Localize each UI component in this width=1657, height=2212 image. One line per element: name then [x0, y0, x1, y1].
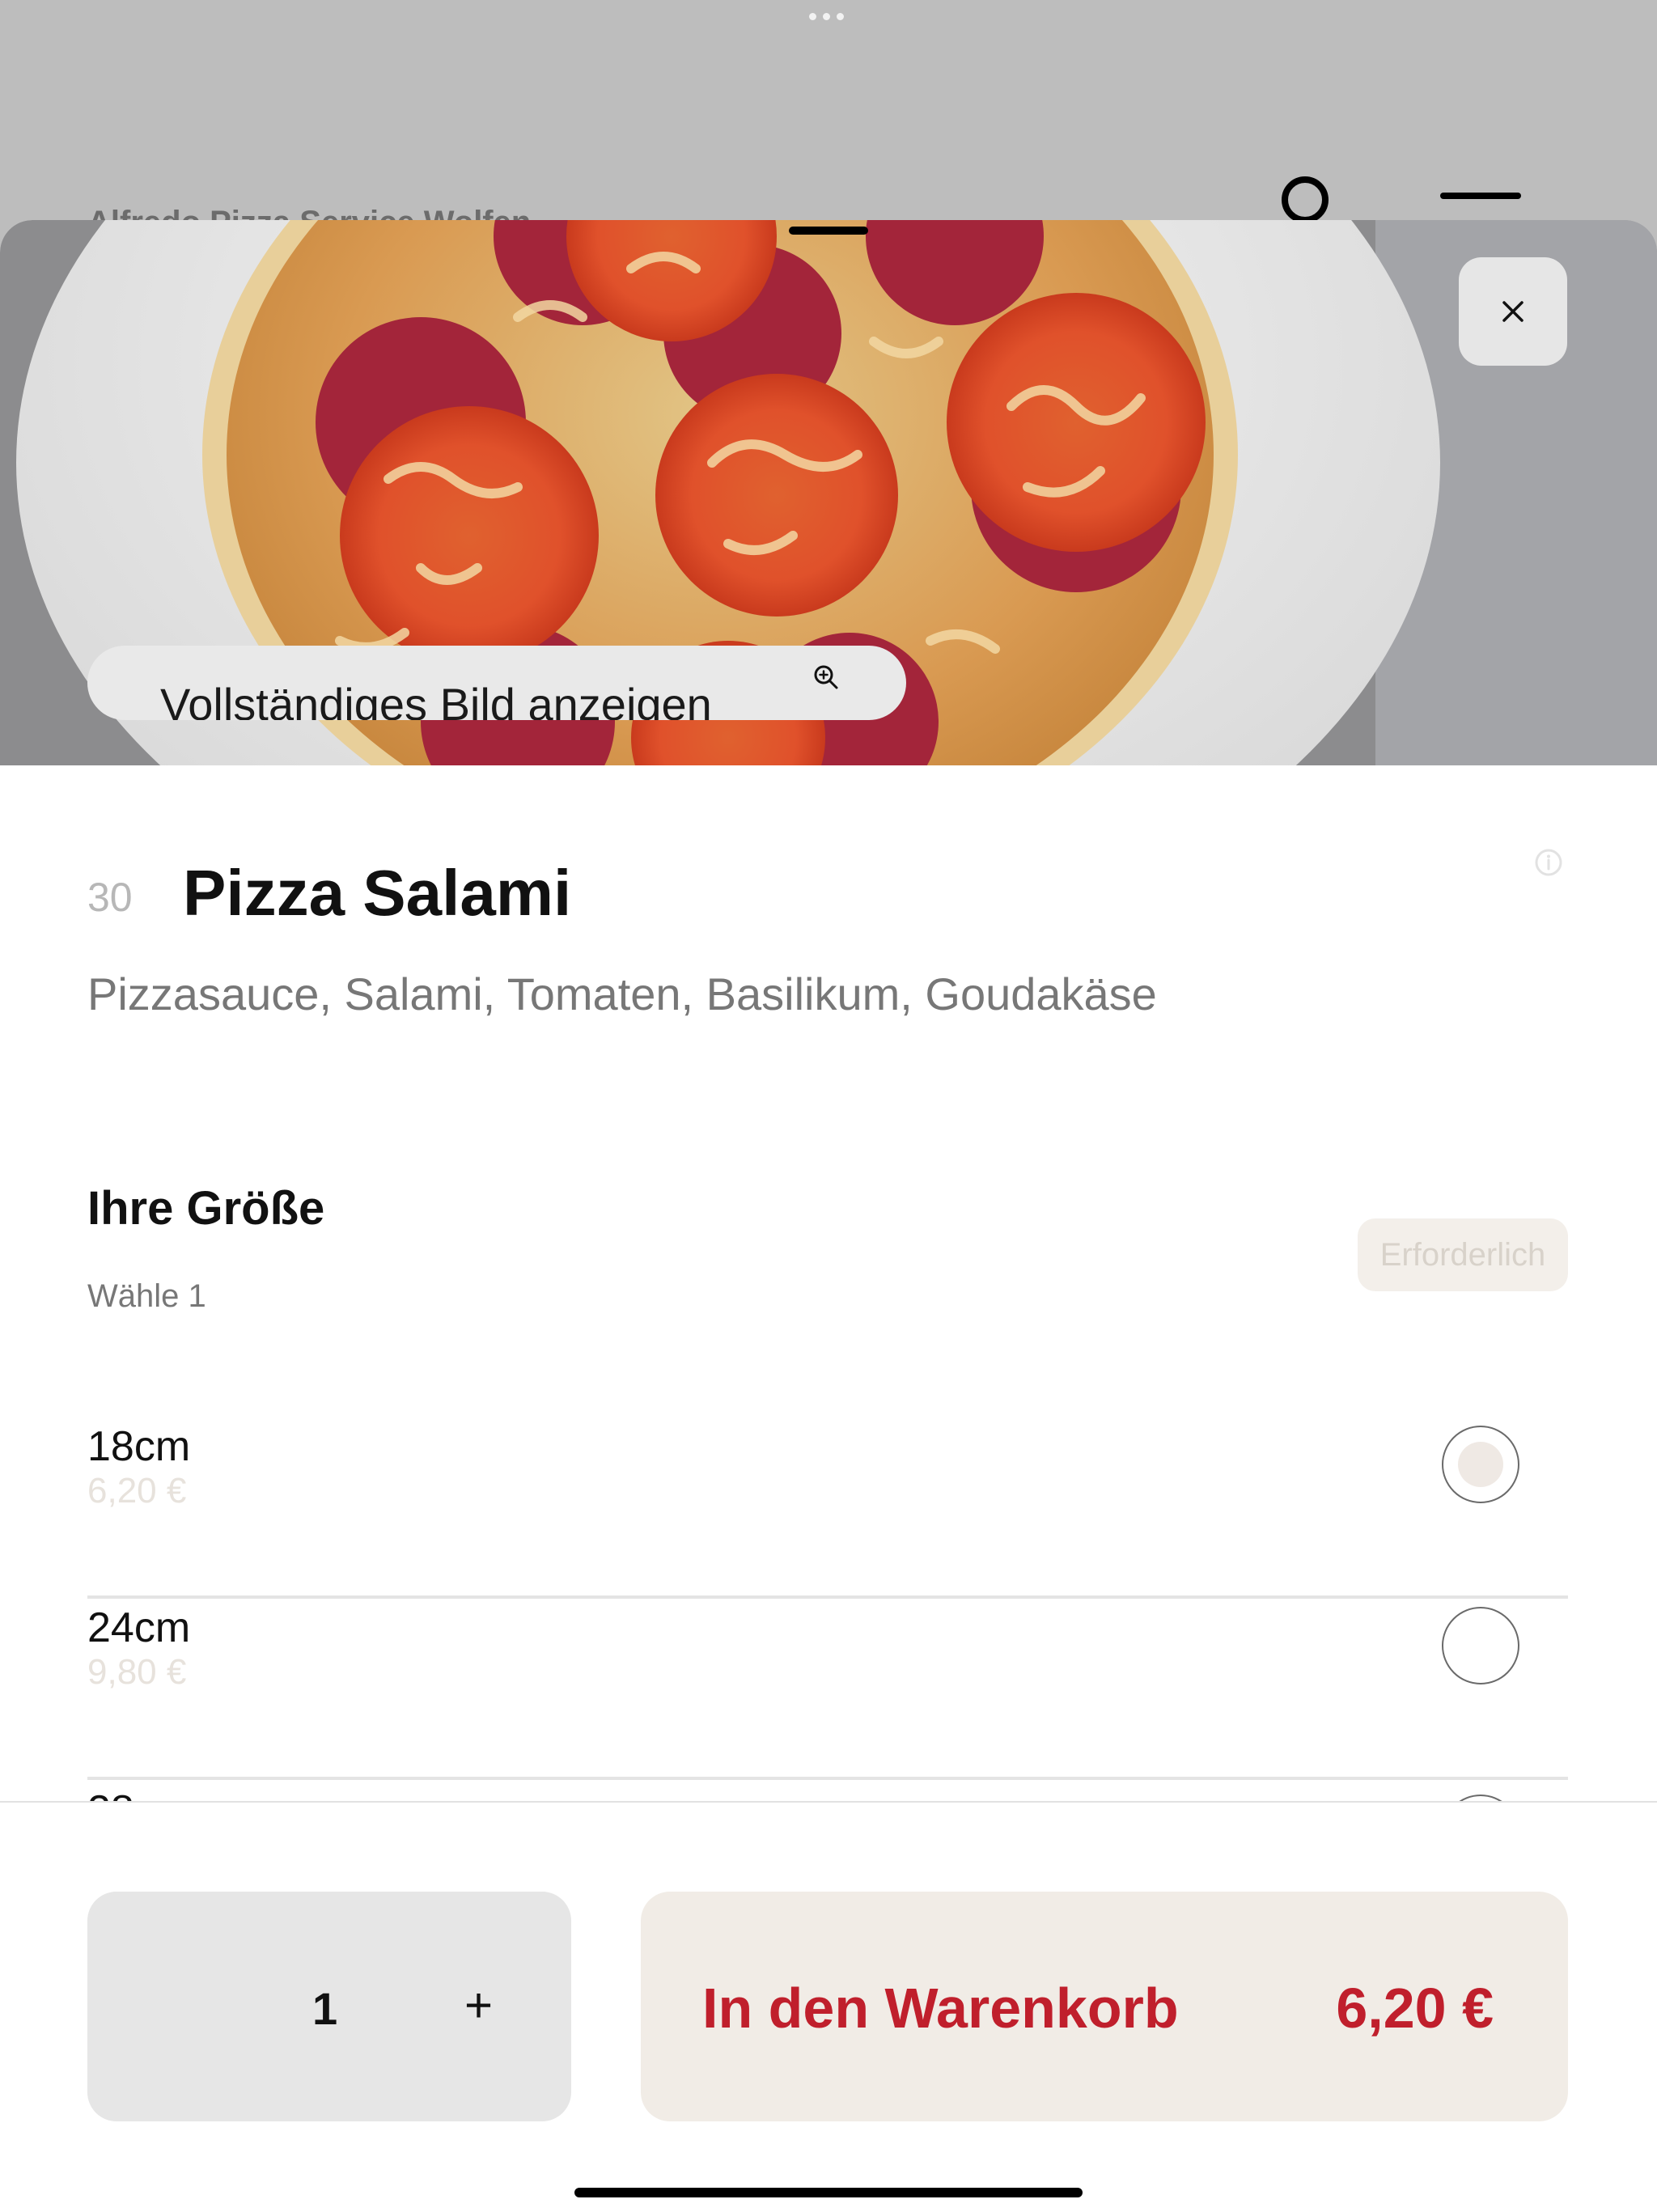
add-to-cart-button[interactable]: In den Warenkorb 6,20 € — [641, 1892, 1568, 2121]
product-image: Vollständiges Bild anzeigen — [0, 220, 1657, 765]
size-option-label: 24cm — [87, 1604, 191, 1651]
size-option-24cm[interactable]: 24cm 9,80 € — [87, 1604, 1568, 1785]
quantity-value: 1 — [312, 1983, 338, 2034]
product-number: 30 — [87, 875, 133, 920]
add-to-cart-price: 6,20 € — [1336, 1977, 1494, 2040]
size-section-subtitle: Wähle 1 — [87, 1278, 206, 1314]
quantity-stepper[interactable]: 1 + — [87, 1892, 571, 2121]
size-section-title: Ihre Größe — [87, 1182, 325, 1235]
divider — [87, 1595, 1568, 1599]
add-to-cart-label: In den Warenkorb — [702, 1977, 1179, 2040]
home-indicator[interactable] — [574, 2188, 1083, 2197]
bottom-action-bar: 1 + In den Warenkorb 6,20 € — [0, 1801, 1657, 2212]
zoom-in-icon — [814, 665, 838, 689]
size-option-18cm[interactable]: 18cm 6,20 € — [87, 1422, 1568, 1604]
required-badge: Erforderlich — [1358, 1218, 1568, 1291]
view-full-image-button[interactable]: Vollständiges Bild anzeigen — [87, 646, 906, 720]
increase-quantity-button[interactable]: + — [464, 1977, 493, 2033]
sheet-grabber[interactable] — [789, 227, 868, 235]
size-radio-24cm[interactable] — [1442, 1607, 1519, 1684]
account-icon[interactable] — [1282, 176, 1329, 223]
info-icon[interactable] — [1534, 848, 1563, 877]
close-button[interactable] — [1459, 257, 1567, 366]
size-option-price: 9,80 € — [87, 1652, 187, 1692]
background-app: Alfredo Pizza Service Wolfen — [0, 0, 1657, 243]
size-option-label: 18cm — [87, 1423, 191, 1470]
product-name: Pizza Salami — [183, 857, 572, 929]
size-radio-18cm[interactable] — [1442, 1426, 1519, 1503]
restaurant-name: Alfredo Pizza Service Wolfen — [87, 201, 531, 222]
view-full-image-label: Vollständiges Bild anzeigen — [160, 679, 712, 720]
multitasking-dots[interactable] — [809, 13, 844, 20]
close-icon — [1502, 301, 1524, 322]
size-option-price: 6,20 € — [87, 1471, 187, 1511]
product-description: Pizzasauce, Salami, Tomaten, Basilikum, … — [87, 968, 1157, 1019]
